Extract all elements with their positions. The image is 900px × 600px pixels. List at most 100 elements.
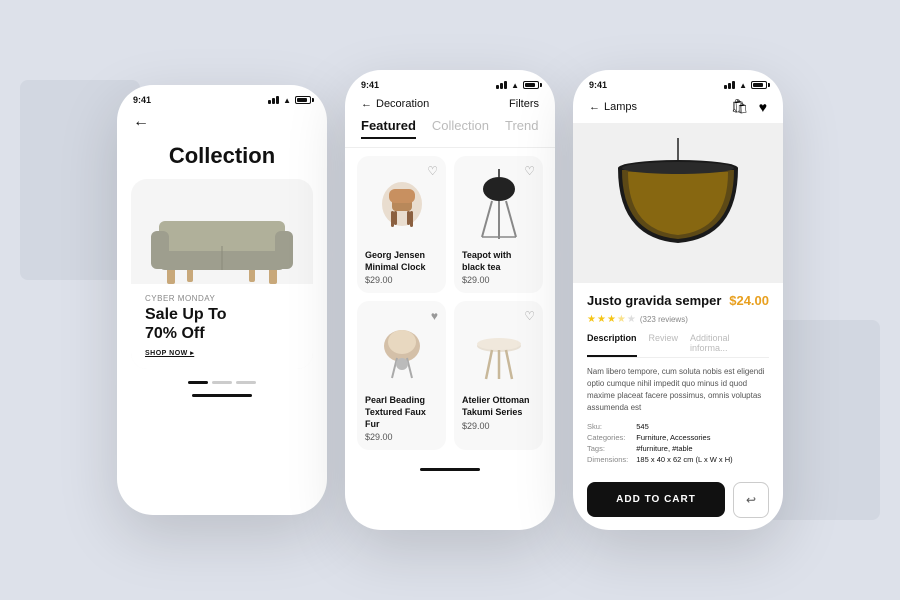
description-text: Nam libero tempore, cum soluta nobis est…: [587, 366, 769, 414]
rating-stars: ★ ★ ★ ★ ★: [587, 314, 636, 325]
shop-now-link[interactable]: SHOP NOW ▸: [145, 349, 299, 357]
product-card-3: ♥ Pearl BeadingTextured Faux Fur $29.00: [357, 301, 446, 450]
product-img-3: [365, 309, 438, 389]
description-tabs: Description Review Additional informa...: [587, 333, 769, 358]
wifi-icon-3: ▲: [739, 81, 747, 90]
battery-icon-3: [751, 81, 767, 89]
product-card-1: ♡ Georg JensenMinimal Clock $29.00: [357, 156, 446, 293]
signal-icon-2: [496, 81, 507, 89]
product-name-1: Georg JensenMinimal Clock: [365, 250, 438, 273]
status-time-3: 9:41: [589, 80, 607, 90]
star-half: ★: [617, 314, 626, 325]
product-hero-image: [573, 123, 783, 283]
breadcrumb-3: Lamps: [604, 101, 637, 113]
product-price-4: $29.00: [462, 421, 535, 431]
signal-icon-3: [724, 81, 735, 89]
product-price-main: $24.00: [729, 293, 769, 308]
tab-trend[interactable]: Trend: [505, 118, 538, 139]
tags-value: #furniture, #table: [636, 444, 769, 453]
phone2-back[interactable]: ← Decoration: [361, 98, 429, 110]
products-grid: ♡ Georg JensenMinimal Clock $29.00: [345, 148, 555, 458]
product-name-2: Teapot with black tea: [462, 250, 535, 273]
phone3-action-icons: 🛍 ♥: [731, 98, 767, 115]
wifi-icon: ▲: [283, 96, 291, 105]
back-icon-2: ←: [361, 98, 372, 110]
product-title-row: Justo gravida semper $24.00: [587, 293, 769, 310]
status-icons-2: ▲: [496, 81, 539, 90]
dot-inactive-1: [212, 381, 232, 384]
product-price-2: $29.00: [462, 275, 535, 285]
product-card-2: ♡ Teapot with black tea $29.00: [454, 156, 543, 293]
phone3-header: ← Lamps 🛍 ♥: [573, 94, 783, 123]
return-icon: ↩: [746, 493, 756, 507]
wishlist-btn-1[interactable]: ♡: [427, 164, 438, 178]
status-time-2: 9:41: [361, 80, 379, 90]
battery-icon: [295, 96, 311, 104]
status-icons-3: ▲: [724, 81, 767, 90]
tab-featured[interactable]: Featured: [361, 118, 416, 139]
home-bar-2: [420, 468, 480, 471]
product-bottom-bar: ADD TO CART ↩: [573, 474, 783, 526]
sale-text: Sale Up To70% Off: [145, 305, 299, 343]
back-arrow-1[interactable]: ←: [133, 113, 149, 130]
dot-inactive-2: [236, 381, 256, 384]
phone3-back[interactable]: ← Lamps: [589, 101, 637, 113]
tab-collection[interactable]: Collection: [432, 118, 489, 139]
phone1-nav: ←: [117, 109, 327, 139]
breadcrumb-2: Decoration: [376, 98, 429, 110]
tab-additional[interactable]: Additional informa...: [690, 333, 769, 357]
categories-label: Categories:: [587, 433, 628, 442]
sku-label: Sku:: [587, 422, 628, 431]
dot-active: [188, 381, 208, 384]
status-bar-1: 9:41 ▲: [117, 85, 327, 109]
categories-value: Furniture, Accessories: [636, 433, 769, 442]
status-bar-3: 9:41 ▲: [573, 70, 783, 94]
battery-icon-2: [523, 81, 539, 89]
cart-icon[interactable]: 🛍: [731, 98, 749, 115]
wishlist-btn-4[interactable]: ♡: [524, 309, 535, 323]
review-count: (323 reviews): [640, 315, 688, 324]
phone-featured: 9:41 ▲ ← Decoration Filters Featured Col: [345, 70, 555, 530]
filters-button[interactable]: Filters: [509, 98, 539, 110]
star-1: ★: [587, 314, 596, 325]
star-3: ★: [607, 314, 616, 325]
product-title: Justo gravida semper: [587, 293, 729, 310]
product-meta: Sku: 545 Categories: Furniture, Accessor…: [587, 422, 769, 464]
hero-text-area: Cyber Monday Sale Up To70% Off SHOP NOW …: [131, 284, 313, 369]
status-bar-2: 9:41 ▲: [345, 70, 555, 94]
hero-label: Cyber Monday: [145, 294, 299, 303]
add-to-cart-button[interactable]: ADD TO CART: [587, 482, 725, 517]
status-time-1: 9:41: [133, 95, 151, 105]
star-2: ★: [597, 314, 606, 325]
status-icons-1: ▲: [268, 96, 311, 105]
product-name-4: Atelier OttomanTakumi Series: [462, 395, 535, 418]
wifi-icon-2: ▲: [511, 81, 519, 90]
hero-card: Cyber Monday Sale Up To70% Off SHOP NOW …: [131, 179, 313, 369]
phone2-tabs: Featured Collection Trend: [345, 118, 555, 148]
carousel-dots: [117, 381, 327, 384]
tab-review[interactable]: Review: [649, 333, 679, 357]
signal-icon: [268, 96, 279, 104]
product-price-3: $29.00: [365, 432, 438, 442]
phone2-header: ← Decoration Filters: [345, 94, 555, 118]
product-card-4: ♡ Atelier OttomanTakumi Series $29.00: [454, 301, 543, 450]
wishlist-icon[interactable]: ♥: [759, 99, 767, 115]
product-name-3: Pearl BeadingTextured Faux Fur: [365, 395, 438, 430]
star-empty: ★: [627, 314, 636, 325]
page-title-1: Collection: [117, 139, 327, 179]
product-info: Justo gravida semper $24.00 ★ ★ ★ ★ ★ (3…: [573, 283, 783, 474]
wishlist-btn-3[interactable]: ♥: [431, 309, 438, 323]
dimensions-value: 185 x 40 x 62 cm (L x W x H): [636, 455, 769, 464]
phones-container: 9:41 ▲ ← Collection: [117, 70, 783, 530]
product-price-1: $29.00: [365, 275, 438, 285]
return-button[interactable]: ↩: [733, 482, 769, 518]
wishlist-btn-2[interactable]: ♡: [524, 164, 535, 178]
sofa-image: [131, 179, 313, 293]
phone-collection: 9:41 ▲ ← Collection: [117, 85, 327, 515]
dimensions-label: Dimensions:: [587, 455, 628, 464]
tab-description[interactable]: Description: [587, 333, 637, 357]
back-icon-3: ←: [589, 101, 600, 113]
tags-label: Tags:: [587, 444, 628, 453]
sku-value: 545: [636, 422, 769, 431]
stars-row: ★ ★ ★ ★ ★ (323 reviews): [587, 314, 769, 325]
